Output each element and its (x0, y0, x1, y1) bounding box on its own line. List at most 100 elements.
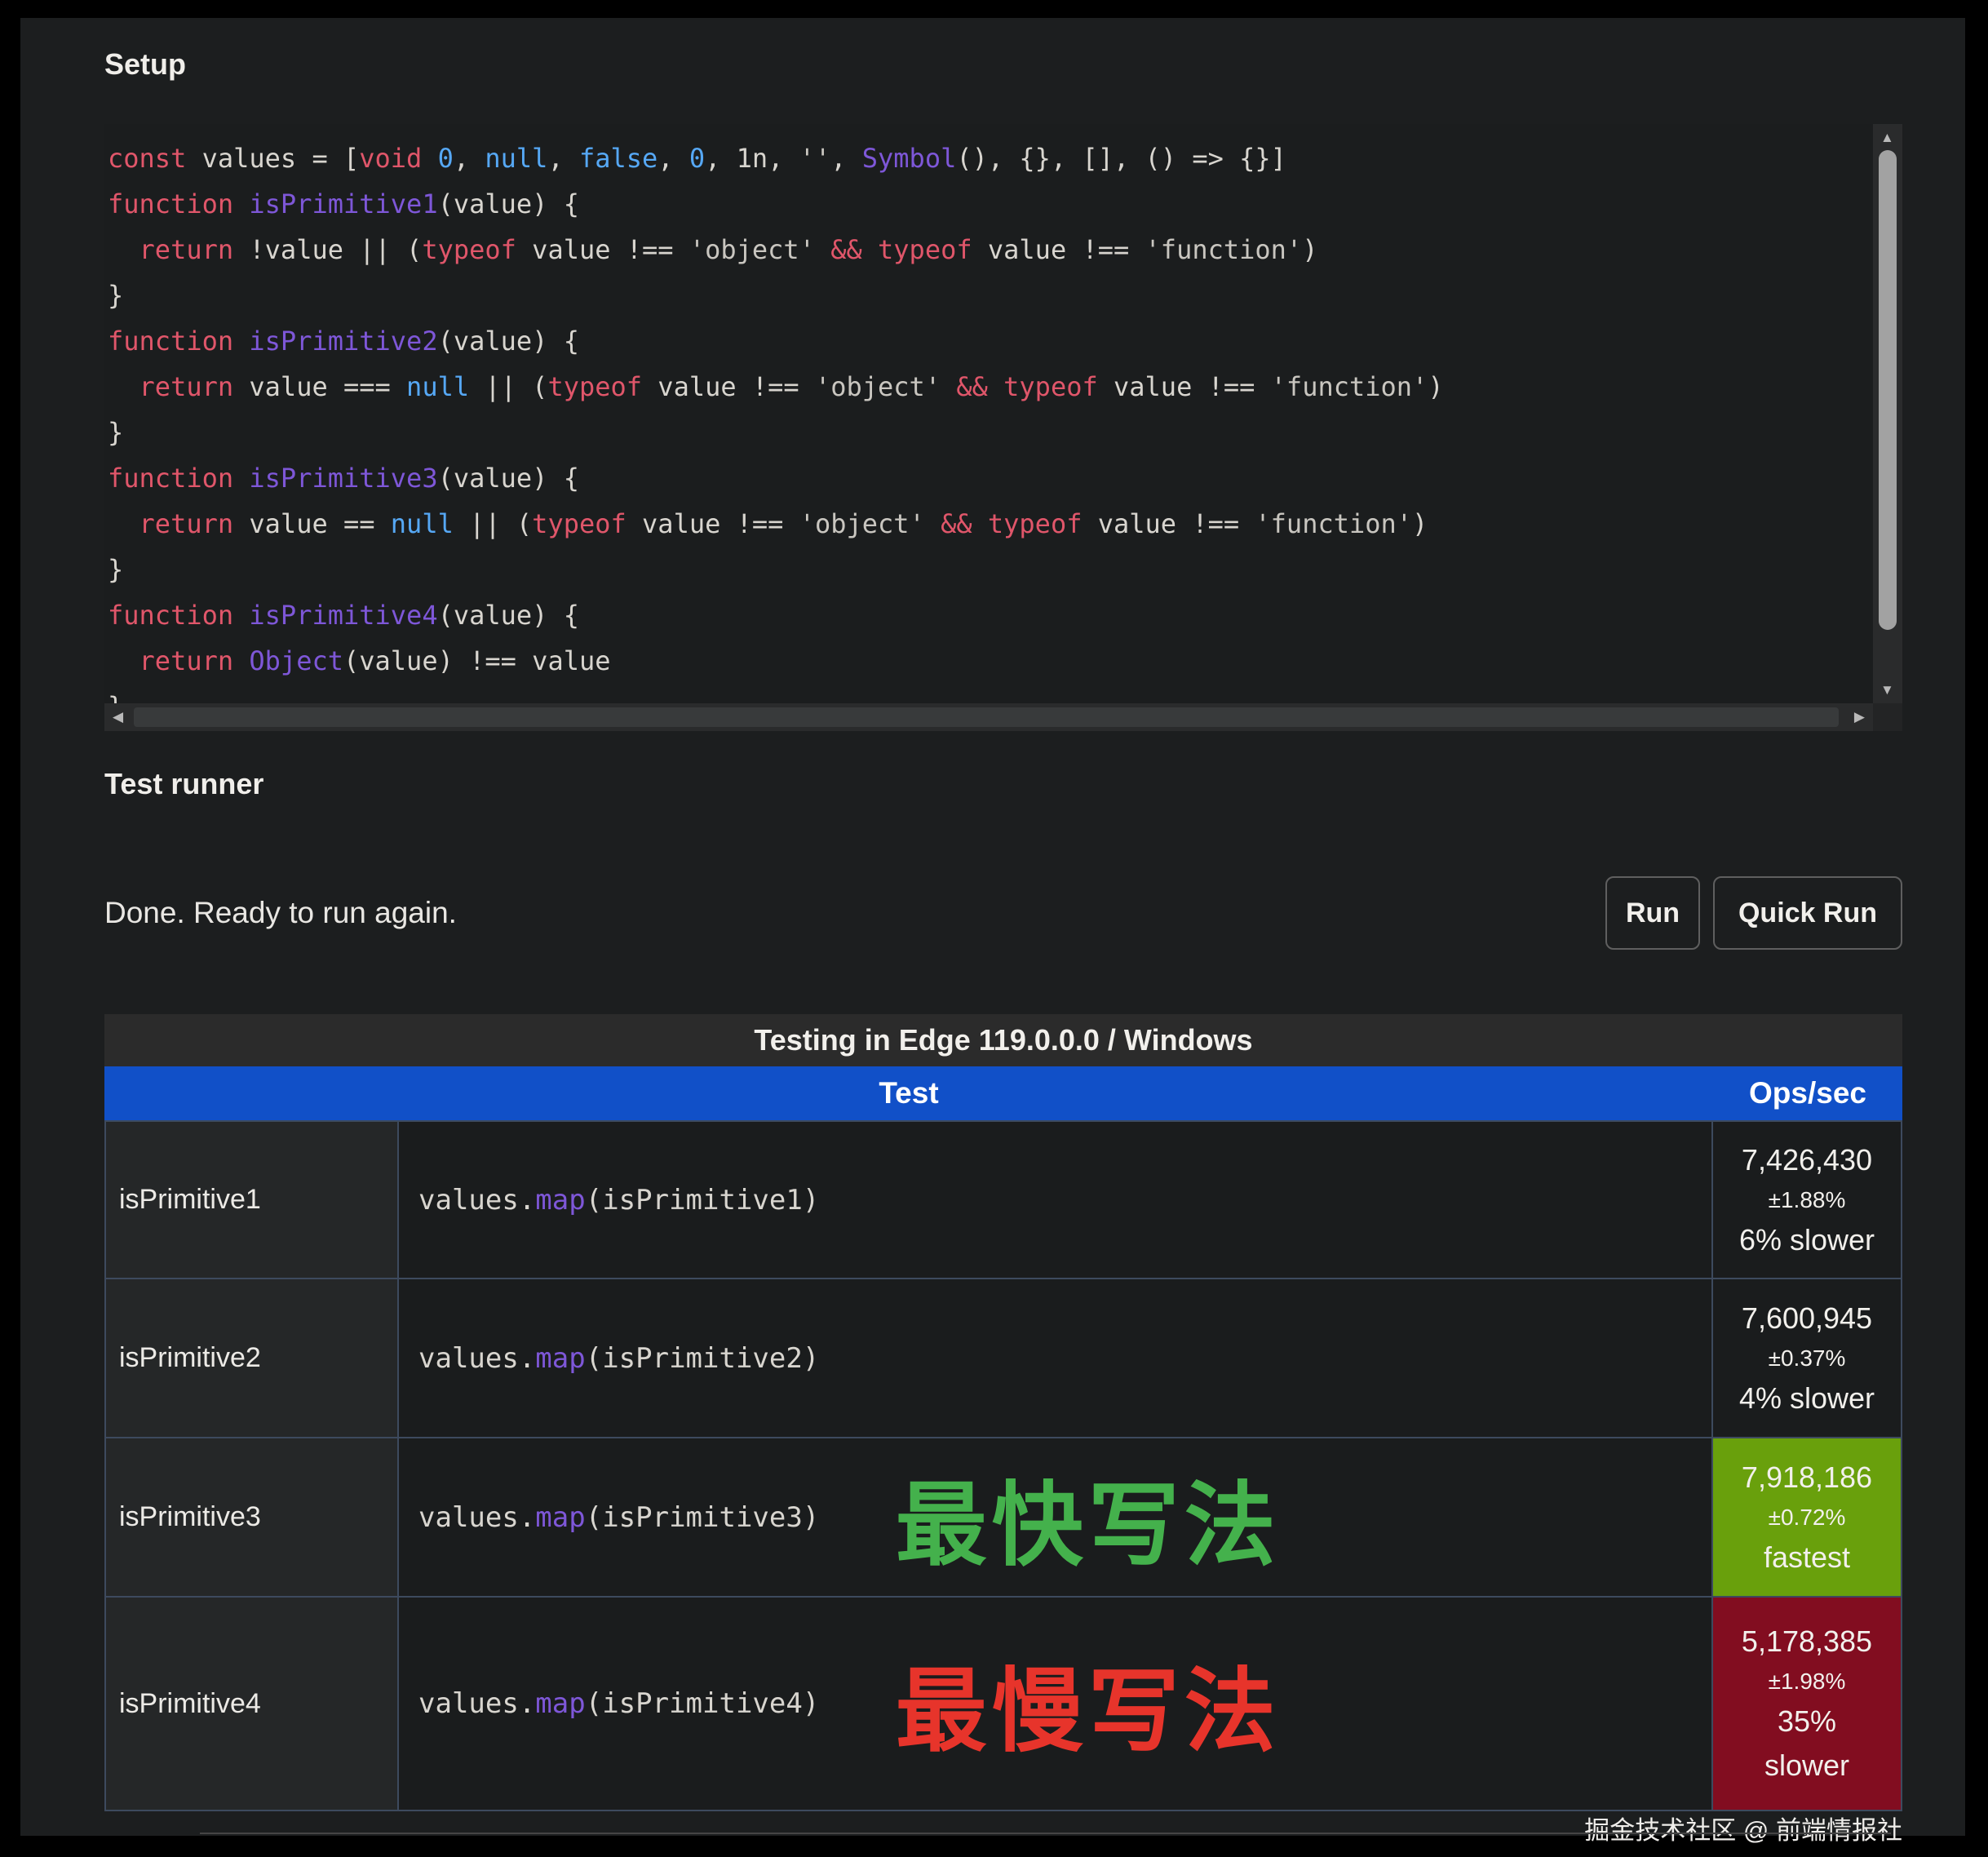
code-token: values = [ (186, 143, 359, 174)
annotation-slowest: 最慢写法 (896, 1638, 1281, 1770)
code-token (233, 600, 249, 631)
code-token: value !== (516, 234, 689, 265)
ops-line: 7,918,186 (1742, 1460, 1872, 1495)
code-token (941, 371, 956, 402)
code-token: 0 (689, 143, 705, 174)
code-token: , 1n, (705, 143, 799, 174)
code-token: (value) { (438, 188, 579, 219)
code-line: } (108, 547, 1873, 592)
runner-status-text: Done. Ready to run again. (104, 896, 457, 930)
setup-code-editor[interactable]: const values = [void 0, null, false, 0, … (104, 124, 1902, 731)
ops-cell: 7,918,186±0.72%fastest (1713, 1438, 1901, 1596)
test-name-cell: isPrimitive1 (106, 1122, 399, 1278)
test-name-cell: isPrimitive2 (106, 1279, 399, 1437)
code-token: , (454, 143, 485, 174)
ops-line: fastest (1764, 1540, 1850, 1575)
column-header-test: Test (104, 1076, 1713, 1110)
code-token: (isPrimitive3) (586, 1501, 820, 1534)
code-token: , (658, 143, 689, 174)
code-token (925, 508, 941, 539)
code-token: return (139, 371, 234, 402)
code-token (233, 645, 249, 676)
code-line: } (108, 273, 1873, 318)
test-name-cell: isPrimitive3 (106, 1438, 399, 1596)
code-token: const (108, 143, 186, 174)
scroll-down-icon[interactable]: ▼ (1880, 683, 1894, 697)
code-token: value !== (1098, 371, 1271, 402)
code-token: ) (1412, 508, 1428, 539)
bottom-divider (200, 1833, 1891, 1834)
runner-bar: Done. Ready to run again. Run Quick Run (104, 875, 1902, 951)
ops-cell: 7,600,945±0.37%4% slower (1713, 1279, 1901, 1437)
column-header-ops: Ops/sec (1713, 1076, 1902, 1110)
ops-line: 4% slower (1739, 1381, 1875, 1416)
code-token: values. (418, 1501, 535, 1534)
code-token: false (579, 143, 658, 174)
code-token: (isPrimitive2) (586, 1342, 820, 1375)
code-token (108, 234, 139, 265)
code-token: typeof (422, 234, 516, 265)
horizontal-scrollbar[interactable]: ◀ ▶ (104, 703, 1873, 731)
code-token: || ( (469, 371, 547, 402)
code-token (233, 463, 249, 494)
code-token: map (535, 1687, 585, 1720)
test-runner-heading: Test runner (104, 767, 263, 801)
run-button[interactable]: Run (1605, 876, 1700, 950)
code-token: void (359, 143, 422, 174)
code-token (988, 371, 1003, 402)
vertical-scrollbar-thumb[interactable] (1879, 150, 1897, 630)
code-token: (), {}, [], () => {}] (956, 143, 1286, 174)
code-token: (isPrimitive4) (586, 1687, 820, 1720)
code-token: } (108, 691, 123, 703)
code-token: function (108, 326, 233, 357)
ops-line: ±1.88% (1769, 1187, 1846, 1213)
scroll-up-icon[interactable]: ▲ (1880, 131, 1894, 144)
code-line: return Object(value) !== value (108, 638, 1873, 684)
results-table: Testing in Edge 119.0.0.0 / Windows Test… (104, 1014, 1902, 1811)
code-token: && (941, 508, 972, 539)
code-token: !value || ( (233, 234, 422, 265)
code-token: function (108, 188, 233, 219)
quick-run-button[interactable]: Quick Run (1713, 876, 1902, 950)
code-token: value !== (972, 234, 1145, 265)
code-token: values. (418, 1184, 535, 1217)
code-token: values. (418, 1342, 535, 1375)
scroll-right-icon[interactable]: ▶ (1854, 710, 1865, 724)
code-token: return (139, 234, 234, 265)
code-token: value !== (627, 508, 799, 539)
results-header-row: Test Ops/sec (104, 1066, 1902, 1120)
vertical-scrollbar[interactable]: ▲ ▼ (1873, 124, 1902, 703)
code-token: function (108, 600, 233, 631)
table-row: isPrimitive4values.map(isPrimitive4)最慢写法… (106, 1598, 1901, 1810)
code-token: ) (1302, 234, 1317, 265)
code-token: null (406, 371, 469, 402)
code-token (422, 143, 437, 174)
code-token: value !== (1082, 508, 1255, 539)
ops-line: 6% slower (1739, 1223, 1875, 1257)
code-token: value === (233, 371, 406, 402)
code-line: function isPrimitive2(value) { (108, 318, 1873, 364)
code-line: return value === null || (typeof value !… (108, 364, 1873, 410)
code-token: typeof (878, 234, 972, 265)
code-line: return !value || (typeof value !== 'obje… (108, 227, 1873, 273)
code-line: return value == null || (typeof value !=… (108, 501, 1873, 547)
ops-cell: 5,178,385±1.98%35%slower (1713, 1598, 1901, 1810)
code-token: isPrimitive3 (249, 463, 437, 494)
code-token (233, 188, 249, 219)
test-code-cell: values.map(isPrimitive1) (399, 1122, 1713, 1278)
code-token (108, 645, 139, 676)
ops-line: 7,426,430 (1742, 1143, 1872, 1177)
code-token: value !== (642, 371, 815, 402)
code-token: '' (799, 143, 831, 174)
code-token: 0 (438, 143, 454, 174)
code-token (108, 371, 139, 402)
code-viewport[interactable]: const values = [void 0, null, false, 0, … (104, 124, 1873, 703)
ops-line: ±1.98% (1769, 1669, 1846, 1695)
code-token: null (391, 508, 454, 539)
code-token (972, 508, 988, 539)
ops-line: slower (1764, 1748, 1849, 1783)
scroll-left-icon[interactable]: ◀ (113, 710, 123, 724)
table-row: isPrimitive1values.map(isPrimitive1) 7,42… (106, 1122, 1901, 1279)
horizontal-scrollbar-thumb[interactable] (134, 707, 1839, 727)
code-token (233, 326, 249, 357)
